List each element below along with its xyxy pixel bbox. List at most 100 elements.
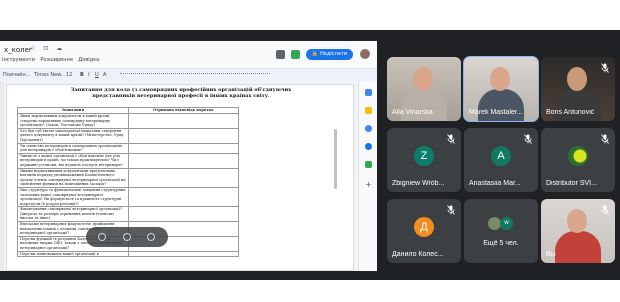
person-body: [401, 89, 447, 121]
participant-name: Zbigniew Wrób...: [392, 180, 445, 187]
participant-tile[interactable]: Д Данило Колес...: [387, 199, 461, 263]
style-select[interactable]: Поичайн...: [3, 72, 30, 78]
user-avatar[interactable]: [359, 48, 371, 60]
person-head: [567, 67, 587, 91]
mic-off-icon: [524, 134, 532, 144]
participant-name: Marek Mastaler...: [469, 109, 523, 116]
participant-tile[interactable]: Вы: [541, 199, 615, 263]
document-heading: Запитання для кола (з самоврядних профес…: [31, 87, 331, 99]
tasks-icon[interactable]: [365, 125, 372, 132]
person-head: [490, 67, 510, 91]
question-cell: Перелік повноважень вашої організації в: [17, 250, 129, 258]
participant-name: Boris Antunović: [546, 109, 595, 116]
answer-cell[interactable]: [127, 113, 239, 129]
mic-off-icon: [601, 205, 609, 215]
participant-avatar: Д: [414, 217, 434, 237]
formatting-toolbar: Поичайн... Times New... 12 B I U A: [0, 68, 377, 81]
participant-tile[interactable]: A Anastasiia Mar...: [464, 128, 538, 192]
lock-icon: 🔒: [311, 51, 319, 57]
keep-icon[interactable]: [365, 107, 372, 114]
table-row: Хто був суб'єктом законодавчої ініціатив…: [17, 127, 239, 144]
document-actions: 🔒 Надіслати: [275, 47, 371, 61]
participant-name: Distributor SVI...: [546, 180, 597, 187]
menu-extensions[interactable]: Розширення: [40, 57, 72, 63]
font-size[interactable]: 12: [66, 72, 72, 78]
table-row: Фінансування самоврядної ветеринарної ор…: [17, 206, 239, 223]
underline-button[interactable]: U: [95, 72, 99, 78]
person-head: [567, 209, 587, 233]
mic-off-icon: [447, 205, 455, 215]
font-select[interactable]: Times New...: [34, 72, 66, 78]
menu-tools[interactable]: Інструменти: [2, 57, 35, 63]
question-cell: Яким нормативним документом в вашій краї…: [17, 113, 129, 129]
document-canvas: Запитання для кола (з самоврядних профес…: [0, 81, 358, 271]
participant-name: Ещё 5 чел.: [483, 240, 519, 247]
document-title[interactable]: х_колег: [4, 46, 33, 54]
answer-cell[interactable]: [127, 152, 239, 169]
table-row: Перелік повноважень вашої організації в: [17, 250, 239, 258]
logo-avatar: [568, 146, 588, 166]
participant-name: Alla Vinarska: [392, 109, 433, 116]
share-button-label: Надіслати: [320, 51, 347, 57]
answer-cell[interactable]: [127, 127, 239, 144]
mic-off-icon: [601, 134, 609, 144]
table-row: Чи членство ветеринарів в самоврядних ор…: [17, 142, 239, 154]
more-avatar-2: w: [500, 217, 513, 230]
hand-icon[interactable]: [123, 233, 131, 241]
vertical-ruler: [0, 81, 4, 271]
menu-bar: Інструменти Розширення Довідка: [2, 57, 103, 63]
document-titlebar: х_колег ☆ ⊡ ☁ Інструменти Розширення Дов…: [0, 41, 377, 68]
person-head: [413, 67, 433, 91]
question-cell: Чи членство ветеринарів в самоврядних ор…: [17, 142, 129, 154]
participant-tile[interactable]: Z Zbigniew Wrób...: [387, 128, 461, 192]
participant-tile[interactable]: Marek Mastaler...: [463, 56, 539, 122]
share-button[interactable]: 🔒 Надіслати: [305, 48, 353, 60]
star-move-cloud-icons[interactable]: ☆ ⊡ ☁: [30, 45, 65, 52]
participant-tile[interactable]: Alla Vinarska: [387, 57, 461, 121]
person-body: [478, 89, 524, 121]
question-cell: Якими нормативними документами врегульов…: [17, 167, 129, 188]
table-row: Яким нормативним документом в вашій краї…: [17, 113, 239, 129]
answer-cell[interactable]: [127, 167, 239, 188]
meet-icon[interactable]: [290, 49, 300, 59]
answer-cell[interactable]: [127, 186, 239, 208]
person-body: [555, 231, 601, 263]
mic-off-icon: [447, 134, 455, 144]
calendar-icon[interactable]: [365, 89, 372, 96]
comments-icon[interactable]: [275, 49, 285, 59]
participant-name: Anastasiia Mar...: [469, 180, 521, 187]
document-scrollbar[interactable]: [334, 129, 337, 189]
answer-cell[interactable]: [127, 142, 239, 154]
text-color-button[interactable]: A: [103, 72, 106, 78]
screen: х_колег ☆ ⊡ ☁ Інструменти Розширення Дов…: [0, 0, 620, 302]
document-page: Запитання для кола (з самоврядних профес…: [6, 84, 354, 271]
add-icon[interactable]: +: [365, 181, 372, 189]
person-body: [555, 89, 601, 121]
table-row: Чинність з вашої організації є обов'язко…: [17, 152, 239, 169]
answer-cell[interactable]: [127, 206, 239, 223]
participant-tile[interactable]: w Ещё 5 чел.: [464, 199, 538, 263]
italic-button[interactable]: I: [88, 72, 89, 78]
table-row: Якими нормативними документами врегульов…: [17, 167, 239, 188]
participant-avatar: Z: [414, 146, 434, 166]
bold-button[interactable]: B: [80, 72, 84, 78]
shared-document-window: х_колег ☆ ⊡ ☁ Інструменти Розширення Дов…: [0, 41, 377, 271]
answer-cell[interactable]: [127, 250, 239, 258]
participant-tile[interactable]: Boris Antunović: [541, 57, 615, 121]
zoom-icon[interactable]: [147, 233, 155, 241]
menu-help[interactable]: Довідка: [78, 57, 99, 63]
participant-avatar: A: [491, 146, 511, 166]
side-panel: +: [358, 81, 377, 271]
mic-off-icon: [601, 63, 609, 73]
table-row: Яка структура та функціональні завдання …: [17, 186, 239, 208]
toolbar-tools-strip: [120, 73, 270, 77]
maps-icon[interactable]: [365, 161, 372, 168]
participant-tile[interactable]: Distributor SVI...: [541, 128, 615, 192]
back-icon[interactable]: [98, 233, 106, 241]
participant-name: Данило Колес...: [392, 251, 444, 258]
contacts-icon[interactable]: [365, 143, 372, 150]
question-cell: Чинність з вашої організації є обов'язко…: [17, 152, 129, 169]
question-cell: Хто був суб'єктом законодавчої ініціатив…: [17, 127, 129, 144]
participant-name: Вы: [546, 251, 556, 258]
heading-line-2: представників ветеринарної професії в ін…: [92, 93, 270, 99]
